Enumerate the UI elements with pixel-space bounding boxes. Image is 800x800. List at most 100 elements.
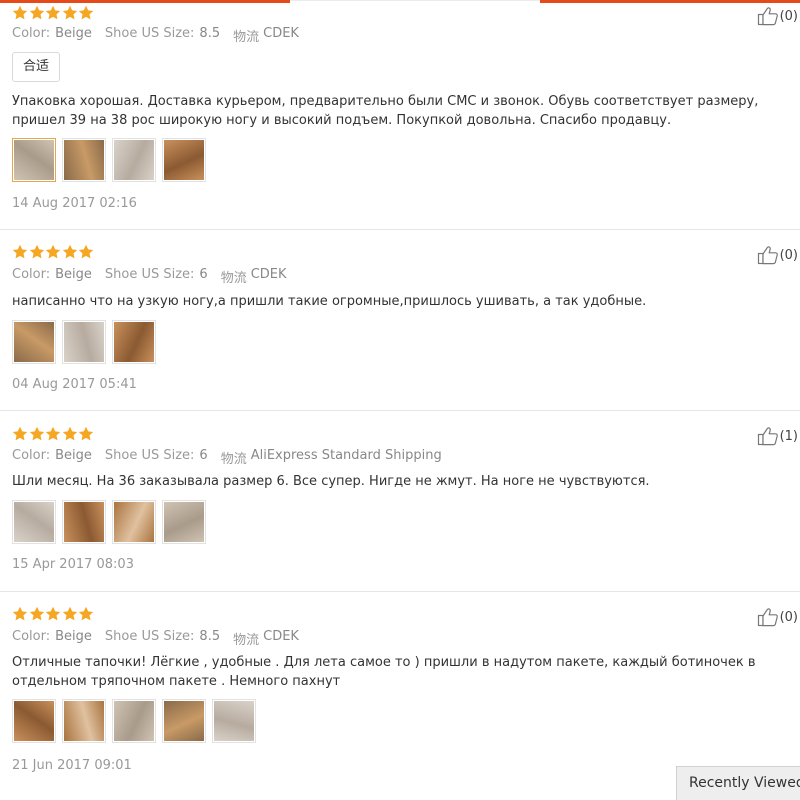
photo-image — [164, 701, 204, 741]
star-icon — [29, 426, 45, 442]
photo-image — [14, 140, 54, 180]
review-photos — [12, 320, 162, 364]
star-icon — [45, 244, 61, 260]
size-label: Shoe US Size: — [104, 267, 195, 282]
review-photo-thumbnail[interactable] — [112, 320, 156, 364]
star-icon — [12, 244, 28, 260]
review-text: написанно что на узкую ногу,а пришли так… — [12, 294, 647, 309]
helpful-button[interactable]: (0) — [757, 6, 798, 26]
review-item: Color: Beige Shoe US Size: 6 物流 CDEK (0)… — [0, 230, 800, 411]
star-icon — [45, 5, 61, 21]
star-icon — [45, 426, 61, 442]
shipping-label: 物流 — [233, 633, 260, 648]
review-text: Отличные тапочки! Лёгкие , удобные . Для… — [12, 655, 756, 689]
review-photo-thumbnail[interactable] — [12, 138, 56, 182]
recently-viewed-button[interactable]: Recently Viewed — [676, 766, 800, 800]
size-value: 6 — [199, 448, 208, 463]
size-fit-tag: 合适 — [12, 52, 61, 82]
review-photo-thumbnail[interactable] — [12, 500, 56, 544]
shipping-label: 物流 — [233, 30, 260, 45]
star-icon — [12, 426, 28, 442]
photo-image — [114, 502, 154, 542]
review-meta: Color: Beige Shoe US Size: 8.5 物流 CDEK — [12, 26, 312, 45]
star-icon — [78, 244, 94, 260]
review-photo-thumbnail[interactable] — [112, 699, 156, 743]
star-rating — [12, 5, 95, 21]
review-date: 15 Apr 2017 08:03 — [12, 557, 134, 572]
color-value: Beige — [55, 26, 92, 41]
star-icon — [62, 426, 78, 442]
review-meta: Color: Beige Shoe US Size: 6 物流 CDEK — [12, 267, 300, 286]
review-date: 21 Jun 2017 09:01 — [12, 758, 132, 773]
review-photo-thumbnail[interactable] — [62, 500, 106, 544]
photo-image — [64, 322, 104, 362]
photo-image — [214, 701, 254, 741]
helpful-button[interactable]: (0) — [757, 607, 798, 627]
color-label: Color: — [12, 26, 51, 41]
star-rating — [12, 426, 95, 442]
review-item: Color: Beige Shoe US Size: 8.5 物流 CDEK (… — [0, 0, 800, 230]
helpful-count: (1) — [779, 428, 798, 444]
star-icon — [78, 426, 94, 442]
review-photos — [12, 699, 262, 743]
size-value: 6 — [199, 267, 208, 282]
photo-image — [114, 322, 154, 362]
photo-image — [64, 701, 104, 741]
size-label: Shoe US Size: — [104, 629, 195, 644]
review-photo-thumbnail[interactable] — [62, 699, 106, 743]
star-icon — [45, 606, 61, 622]
review-photo-thumbnail[interactable] — [162, 699, 206, 743]
review-photo-thumbnail[interactable] — [162, 500, 206, 544]
helpful-count: (0) — [779, 247, 798, 263]
color-label: Color: — [12, 629, 51, 644]
star-icon — [62, 5, 78, 21]
helpful-button[interactable]: (0) — [757, 245, 798, 265]
review-photo-thumbnail[interactable] — [112, 138, 156, 182]
size-value: 8.5 — [199, 629, 221, 644]
helpful-button[interactable]: (1) — [757, 426, 798, 446]
star-rating — [12, 606, 95, 622]
star-icon — [29, 244, 45, 260]
shipping-value: CDEK — [263, 26, 299, 41]
shipping-value: AliExpress Standard Shipping — [250, 448, 442, 463]
review-date: 14 Aug 2017 02:16 — [12, 196, 137, 211]
star-icon — [62, 244, 78, 260]
review-photo-thumbnail[interactable] — [212, 699, 256, 743]
color-value: Beige — [55, 267, 92, 282]
shipping-label: 物流 — [220, 452, 247, 467]
review-photo-thumbnail[interactable] — [112, 500, 156, 544]
review-photo-thumbnail[interactable] — [162, 138, 206, 182]
star-icon — [12, 606, 28, 622]
shipping-value: CDEK — [263, 629, 299, 644]
review-item: Color: Beige Shoe US Size: 6 物流 AliExpre… — [0, 411, 800, 592]
size-label: Shoe US Size: — [104, 448, 195, 463]
size-value: 8.5 — [199, 26, 221, 41]
thumbs-up-icon — [757, 6, 780, 26]
star-icon — [62, 606, 78, 622]
star-icon — [29, 606, 45, 622]
reviews-page: Color: Beige Shoe US Size: 8.5 物流 CDEK (… — [0, 0, 800, 800]
review-photo-thumbnail[interactable] — [62, 320, 106, 364]
color-label: Color: — [12, 448, 51, 463]
review-photos — [12, 138, 212, 182]
review-photo-thumbnail[interactable] — [62, 138, 106, 182]
color-value: Beige — [55, 448, 92, 463]
shipping-value: CDEK — [250, 267, 287, 282]
review-date: 04 Aug 2017 05:41 — [12, 377, 137, 392]
helpful-count: (0) — [779, 609, 798, 625]
thumbs-up-icon — [757, 245, 780, 265]
photo-image — [64, 140, 104, 180]
color-label: Color: — [12, 267, 51, 282]
review-meta: Color: Beige Shoe US Size: 8.5 物流 CDEK — [12, 629, 312, 648]
thumbs-up-icon — [757, 607, 780, 627]
photo-image — [164, 140, 204, 180]
review-photo-thumbnail[interactable] — [12, 699, 56, 743]
thumbs-up-icon — [757, 426, 780, 446]
photo-image — [64, 502, 104, 542]
review-text: Шли месяц. На 36 заказывала размер 6. Вс… — [12, 474, 650, 489]
photo-image — [114, 701, 154, 741]
photo-image — [14, 701, 54, 741]
review-photos — [12, 500, 212, 544]
size-label: Shoe US Size: — [104, 26, 195, 41]
review-photo-thumbnail[interactable] — [12, 320, 56, 364]
